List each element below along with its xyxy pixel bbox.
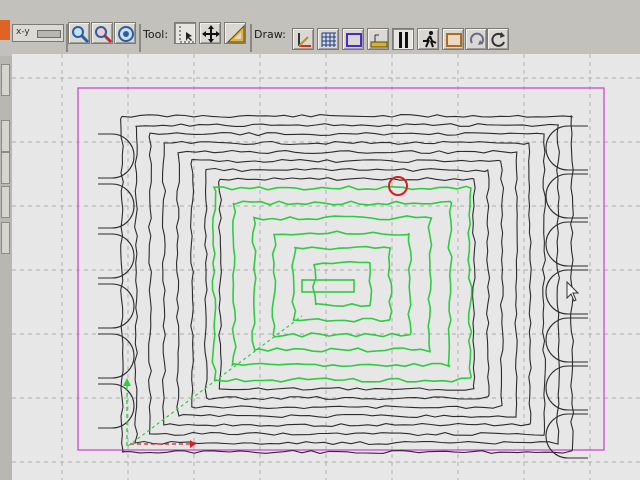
move-arrows-icon xyxy=(202,25,220,43)
finishing-center-pass xyxy=(301,279,355,293)
window-accent xyxy=(0,20,10,40)
refresh-button[interactable] xyxy=(487,28,509,50)
finishing-pass xyxy=(291,245,393,323)
side-panel-tab[interactable] xyxy=(1,120,10,152)
draw-group-label: Draw: xyxy=(254,28,286,41)
rectangle-icon xyxy=(346,33,362,47)
mouse-cursor-icon xyxy=(566,280,580,302)
zoom-fit-icon xyxy=(118,26,134,42)
roughing-pass xyxy=(218,177,476,391)
grid-icon xyxy=(321,32,336,47)
roughing-pass xyxy=(190,159,505,410)
side-panel-tab[interactable] xyxy=(1,222,10,254)
toolpath-view[interactable] xyxy=(12,54,640,480)
draw-axes-button[interactable] xyxy=(292,28,314,50)
snap-slider-icon xyxy=(37,30,61,38)
roughing-toolpath xyxy=(98,114,588,459)
rotate-view-icon xyxy=(470,32,484,45)
toolbar-separator xyxy=(139,24,141,52)
axes-icon xyxy=(298,33,311,47)
draw-grid-button[interactable] xyxy=(317,28,339,50)
select-cursor-icon xyxy=(179,26,194,43)
draw-ruler-button[interactable] xyxy=(367,28,389,50)
finishing-pass xyxy=(251,215,433,353)
finishing-pass xyxy=(211,185,473,383)
roughing-pass xyxy=(134,123,560,446)
measure-triangle-icon xyxy=(226,24,245,43)
ruler-icon xyxy=(370,34,388,48)
measure-tool-button[interactable] xyxy=(224,22,246,44)
stock-box-icon xyxy=(446,33,462,47)
draw-toolpath-button[interactable] xyxy=(392,28,414,50)
draw-stock-button[interactable] xyxy=(442,28,464,50)
zoom-in-button[interactable] xyxy=(68,22,90,44)
finishing-toolpath xyxy=(211,185,473,383)
background-grid xyxy=(12,54,640,480)
roughing-pass xyxy=(120,114,575,454)
select-tool-button[interactable] xyxy=(174,22,196,44)
move-tool-button[interactable] xyxy=(199,22,221,44)
roughing-pass xyxy=(161,140,532,427)
refresh-icon xyxy=(491,32,505,47)
tool-group-label: Tool: xyxy=(143,28,169,41)
simulate-button[interactable] xyxy=(417,28,439,50)
main-toolbar: x-y Tool: Draw: xyxy=(0,0,640,56)
draw-boundary-button[interactable] xyxy=(342,28,364,50)
snap-mode-dropdown[interactable]: x-y xyxy=(12,24,64,42)
rotate-view-button[interactable] xyxy=(465,28,487,50)
side-panel-tab[interactable] xyxy=(1,64,10,96)
zoom-out-button[interactable] xyxy=(91,22,113,44)
toolbar-separator xyxy=(250,24,252,52)
zoom-out-icon xyxy=(95,26,113,44)
y-axis-arrow xyxy=(123,378,131,386)
zoom-in-icon xyxy=(72,26,90,44)
cam-application-window: x-y Tool: Draw: xyxy=(0,0,640,480)
finishing-pass xyxy=(311,260,373,308)
runner-icon xyxy=(423,31,437,48)
zoom-fit-button[interactable] xyxy=(114,22,136,44)
side-panel-tab[interactable] xyxy=(1,152,10,184)
finishing-pass xyxy=(231,200,453,368)
x-axis-arrow xyxy=(190,440,196,448)
snap-mode-text: x-y xyxy=(16,27,30,37)
toolpath-icon xyxy=(399,32,408,48)
side-panel-tab[interactable] xyxy=(1,186,10,218)
drawing-canvas[interactable] xyxy=(12,54,640,480)
